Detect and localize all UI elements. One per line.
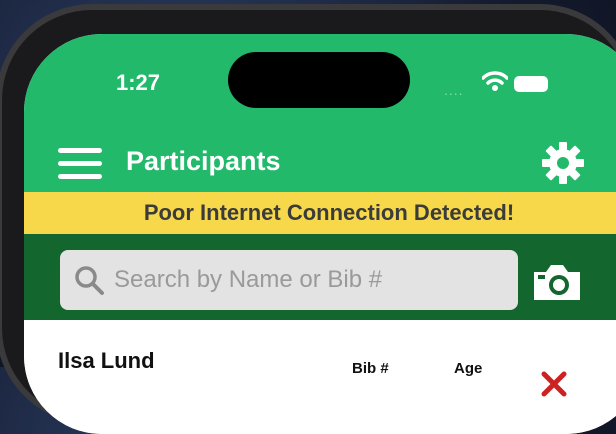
status-bar: 1:27 ....: [24, 34, 616, 134]
age-column-header: Age: [454, 360, 483, 377]
gear-icon[interactable]: [540, 140, 586, 186]
search-box[interactable]: [60, 250, 518, 310]
search-section: [24, 234, 616, 320]
list-item[interactable]: Ilsa Lund Bib # Age: [24, 320, 616, 434]
camera-icon[interactable]: [530, 260, 584, 304]
participant-name: Ilsa Lund: [58, 348, 155, 373]
search-input[interactable]: [112, 265, 496, 295]
battery-icon: [514, 76, 548, 92]
menu-icon[interactable]: [58, 148, 102, 180]
signal-icon: ....: [444, 82, 464, 98]
search-icon: [75, 266, 104, 295]
wifi-icon: [482, 71, 508, 91]
bib-column-header: Bib #: [352, 360, 389, 377]
app-bar: Participants: [24, 134, 616, 192]
delete-icon[interactable]: [540, 370, 568, 398]
connection-warning-banner: Poor Internet Connection Detected!: [24, 192, 616, 234]
banner-text: Poor Internet Connection Detected!: [143, 200, 515, 225]
dynamic-island: [228, 52, 410, 108]
phone-frame: 1:27 .... Participants Poor Internet Con…: [0, 4, 616, 434]
phone-screen: 1:27 .... Participants Poor Internet Con…: [24, 34, 616, 434]
status-time: 1:27: [116, 70, 161, 95]
page-title: Participants: [126, 146, 281, 176]
